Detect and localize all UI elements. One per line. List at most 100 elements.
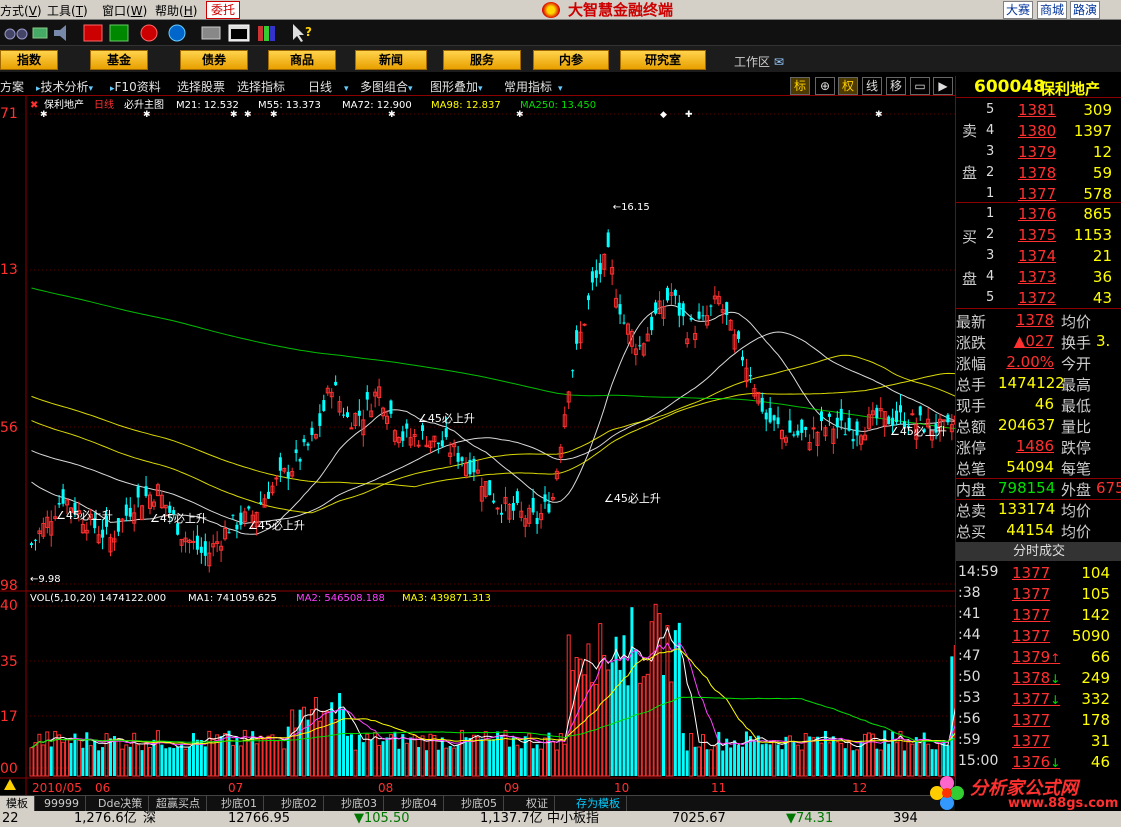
line-toggle[interactable]: 线: [862, 77, 882, 95]
volume-bar: [480, 738, 484, 776]
volume-bar: [309, 709, 314, 777]
select-indicator-menu[interactable]: 选择指标: [237, 78, 285, 95]
telescope-icon[interactable]: [32, 27, 48, 39]
tab-bottom-05[interactable]: 抄底05: [455, 796, 504, 812]
f10-menu[interactable]: ▸F10资料: [110, 78, 161, 95]
bond-button[interactable]: 债券: [180, 50, 248, 70]
contest-button[interactable]: 大赛: [1003, 1, 1034, 19]
candle: [689, 317, 693, 320]
volume-bar: [452, 747, 457, 777]
tab-bottom-01[interactable]: 抄底01: [215, 796, 264, 812]
speaker-icon[interactable]: [54, 25, 66, 41]
volume-bar: [764, 743, 768, 776]
volume-bar: [377, 744, 382, 777]
scheme-menu[interactable]: 方案: [0, 78, 24, 95]
candle: [804, 426, 808, 430]
candle: [203, 541, 207, 556]
news-button[interactable]: 新闻: [355, 50, 427, 70]
crosshair-icon[interactable]: ⊕: [815, 77, 835, 95]
mark-toggle[interactable]: 标: [790, 77, 810, 95]
menu-window[interactable]: 窗口(W): [102, 2, 147, 19]
volume-bar: [468, 737, 472, 776]
menu-view[interactable]: 方式(V): [0, 2, 42, 19]
tab-bottom-02[interactable]: 抄底02: [275, 796, 324, 812]
kline-chart[interactable]: 71 13 56 98 40 35 17 00 ✖ 保利地产 日线 必升主图 M…: [0, 96, 955, 796]
service-button[interactable]: 服务: [443, 50, 521, 70]
candle: [342, 414, 346, 416]
menu-tools[interactable]: 工具(T): [47, 2, 88, 19]
stock-red-icon[interactable]: [140, 24, 158, 42]
entrust-button[interactable]: 委托: [206, 1, 240, 19]
workspace-label[interactable]: 工作区 ✉: [734, 53, 784, 70]
index-button[interactable]: 指数: [0, 50, 58, 70]
play-icon[interactable]: ▶: [933, 77, 953, 95]
candle: [594, 270, 598, 278]
commodity-button[interactable]: 商品: [268, 50, 336, 70]
tick-volume: 46: [1090, 753, 1110, 771]
volume-bar: [436, 749, 440, 776]
star-marker-icon: ✱: [875, 110, 883, 120]
help-cursor-icon[interactable]: ?: [293, 24, 312, 42]
multi-chart-menu[interactable]: 多图组合▾: [360, 78, 413, 95]
move-toggle[interactable]: 移: [886, 77, 906, 95]
books-icon[interactable]: [258, 26, 275, 41]
volume-bar: [835, 741, 840, 777]
window-icon[interactable]: [228, 24, 250, 42]
candle: [899, 405, 902, 413]
tab-bottom-03[interactable]: 抄底03: [335, 796, 384, 812]
ask-price: 1380: [1018, 122, 1057, 140]
volume-bar: [258, 735, 263, 777]
candle: [571, 370, 575, 372]
volume-bar: [697, 746, 702, 777]
globe-icon[interactable]: [168, 24, 186, 42]
tech-analysis-menu[interactable]: ▸技术分析▾: [36, 78, 93, 95]
stat-label: 量比: [1061, 418, 1092, 436]
stat-label: 均价: [1061, 313, 1092, 331]
tab-99999[interactable]: 99999: [38, 796, 86, 812]
select-stock-menu[interactable]: 选择股票: [177, 78, 225, 95]
period-dropdown[interactable]: 日线 ▾: [300, 78, 349, 95]
menu-help[interactable]: 帮助(H): [155, 2, 197, 19]
tick-price: 1377: [1012, 711, 1051, 729]
tab-template[interactable]: 模板: [0, 796, 35, 812]
signal-label: ∠45必上升: [604, 492, 661, 505]
candle: [389, 400, 393, 414]
tick-price: 1377: [1012, 606, 1051, 624]
candle: [741, 356, 744, 361]
tick-time: :41: [958, 606, 981, 622]
candle: [472, 458, 476, 473]
tab-buy-point[interactable]: 超赢买点: [150, 796, 207, 812]
volume-bar: [172, 748, 176, 776]
rights-toggle[interactable]: 权: [838, 77, 858, 95]
stock-green-icon[interactable]: [109, 24, 129, 42]
tick-row: :56 1377 178: [956, 710, 1121, 731]
volume-bar: [543, 737, 547, 777]
volume-bar: [29, 747, 34, 777]
volume-bar: [701, 734, 705, 777]
stock-header: 600048 保利地产: [956, 76, 1121, 98]
research-button[interactable]: 研究室: [620, 50, 706, 70]
save-template-button[interactable]: 存为模板: [570, 796, 627, 812]
binoculars-icon[interactable]: [4, 28, 28, 40]
tab-warrant[interactable]: 权证: [520, 796, 555, 812]
status-label: 中小板指: [547, 811, 600, 826]
fund-button[interactable]: 基金: [90, 50, 148, 70]
insider-button[interactable]: 内参: [533, 50, 609, 70]
roadshow-button[interactable]: 路演: [1070, 1, 1101, 19]
overlay-menu[interactable]: 图形叠加▾: [430, 78, 483, 95]
volume-bar: [772, 740, 777, 777]
candle: [843, 434, 847, 436]
mall-button[interactable]: 商城: [1037, 1, 1068, 19]
volume-bar: [586, 643, 591, 777]
candle: [598, 262, 602, 275]
candle: [851, 438, 855, 442]
common-indicator-menu[interactable]: 常用指标 ▾: [504, 78, 563, 95]
tab-dde[interactable]: Dde决策: [92, 796, 150, 812]
bookmark-red-icon[interactable]: [83, 24, 103, 42]
print-icon[interactable]: [201, 26, 221, 40]
bid-level: 3: [986, 248, 995, 263]
stat-row: 总手 1474122 最高: [956, 373, 1121, 394]
tab-bottom-04[interactable]: 抄底04: [395, 796, 444, 812]
ticks-header[interactable]: 分时成交: [956, 542, 1121, 561]
window-layout-icon[interactable]: ▭: [910, 77, 930, 95]
